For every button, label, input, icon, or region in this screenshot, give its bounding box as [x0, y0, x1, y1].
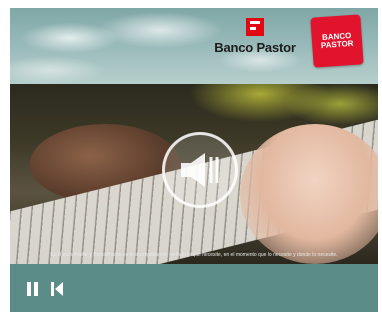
- brand-badge[interactable]: BANCO PASTOR: [310, 14, 364, 68]
- unmute-button[interactable]: [162, 132, 238, 208]
- header-banner: Banco Pastor BANCO PASTOR: [10, 8, 378, 84]
- video-player[interactable]: En Banco Pastor y BancoPastor.es le acom…: [10, 84, 378, 264]
- speaker-muted-icon: [181, 153, 219, 187]
- video-hand-right: [240, 124, 378, 264]
- video-caption: En Banco Pastor y BancoPastor.es le acom…: [50, 252, 338, 258]
- banco-pastor-logo[interactable]: Banco Pastor: [210, 18, 300, 68]
- skip-back-icon[interactable]: [50, 282, 64, 296]
- brand-name: Banco Pastor: [214, 40, 296, 55]
- video-ad-frame: Banco Pastor BANCO PASTOR En Banco Pasto…: [10, 8, 378, 312]
- player-controls: [10, 264, 378, 312]
- badge-text: BANCO PASTOR: [320, 30, 354, 51]
- banco-pastor-logo-mark: [246, 18, 264, 36]
- pause-icon[interactable]: [26, 282, 40, 296]
